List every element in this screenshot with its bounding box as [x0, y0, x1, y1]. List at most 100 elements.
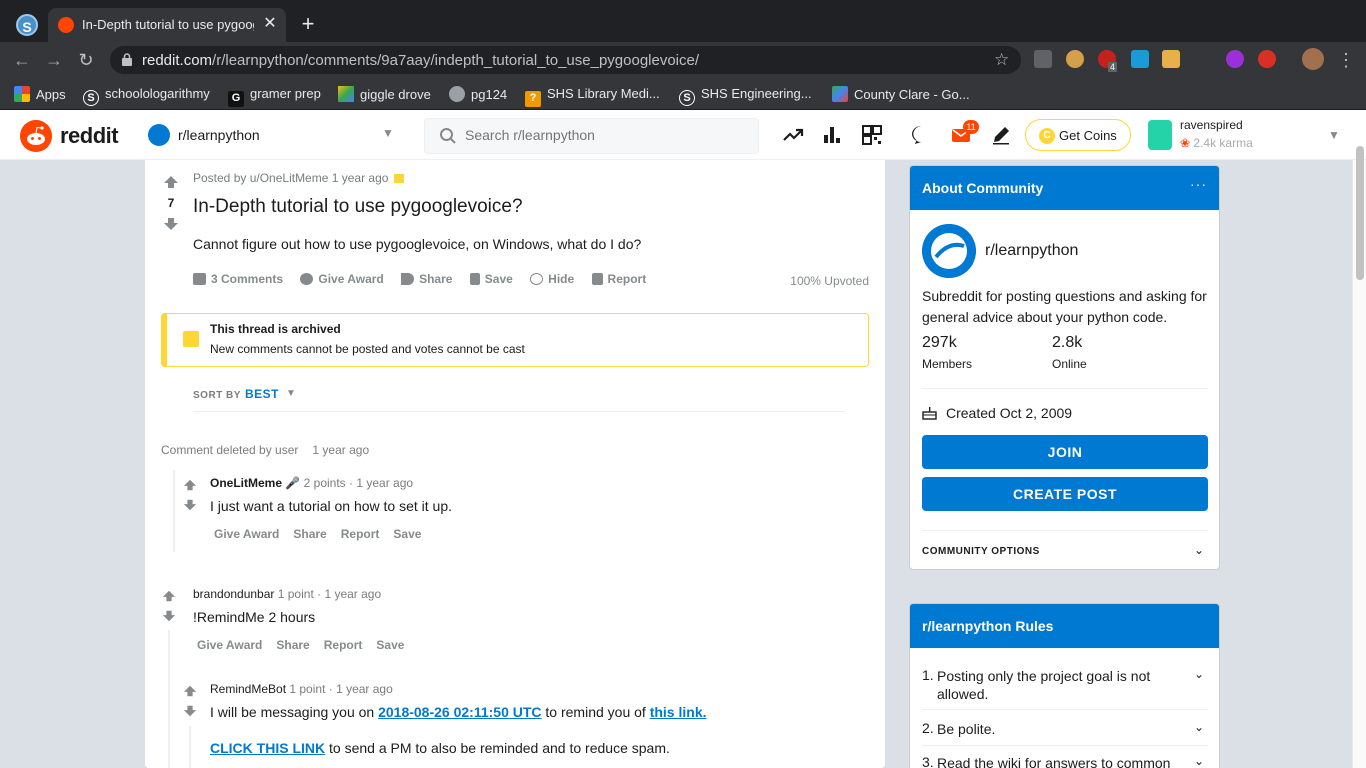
thread-line[interactable]	[173, 470, 175, 552]
share-button[interactable]: Share	[293, 527, 326, 541]
search-box[interactable]	[424, 118, 759, 154]
date-link[interactable]: 2018-08-26 02:11:50 UTC	[378, 704, 541, 720]
schoology-icon: S	[83, 90, 99, 106]
save-button[interactable]: Save	[393, 527, 421, 541]
leaderboard-icon[interactable]	[821, 124, 843, 146]
search-input[interactable]	[465, 127, 745, 143]
comment-author[interactable]: OneLitMeme	[210, 476, 282, 490]
user-avatar[interactable]	[1148, 120, 1172, 150]
archive-icon	[394, 174, 405, 183]
reload-icon[interactable]: ↻	[76, 50, 96, 70]
create-post-pencil-icon[interactable]	[990, 124, 1012, 146]
upvote-arrow-icon[interactable]	[163, 174, 179, 190]
red-extension-icon[interactable]	[1258, 50, 1276, 68]
bookmark-pg124[interactable]: pg124	[449, 86, 507, 102]
save-button[interactable]: Save	[469, 272, 513, 286]
bookmark-gramer-prep[interactable]: Ggramer prep	[228, 86, 321, 107]
community-options-toggle[interactable]: COMMUNITY OPTIONS ⌄	[922, 530, 1208, 569]
archived-text: New comments cannot be posted and votes …	[210, 342, 525, 356]
community-dropdown[interactable]: r/learnpython ▼	[148, 124, 398, 148]
sort-dropdown[interactable]: BEST	[245, 387, 279, 401]
community-label: r/learnpython	[178, 127, 260, 143]
more-options-icon[interactable]: ···	[1190, 176, 1207, 192]
post-vote-column: 7	[159, 174, 183, 232]
comment-author[interactable]: RemindMeBot	[210, 682, 286, 696]
reddit-header: reddit r/learnpython ▼ 11 C Get Coins ra…	[0, 110, 1366, 160]
bookmark-county-clare[interactable]: County Clare - Go...	[832, 86, 970, 102]
crx-extension-icon[interactable]	[1034, 50, 1052, 68]
thread-line[interactable]	[168, 630, 170, 768]
give-award-button[interactable]: Give Award	[214, 527, 279, 541]
trending-icon[interactable]	[782, 124, 804, 146]
bookmark-star-icon[interactable]: ☆	[994, 50, 1009, 70]
downvote-arrow-icon[interactable]	[183, 498, 197, 512]
downvote-arrow-icon[interactable]	[183, 704, 197, 718]
scrollbar-thumb[interactable]	[1356, 146, 1364, 280]
bookmark-shs-library[interactable]: ? SHS Library Medi...	[525, 86, 660, 107]
profile-avatar-icon[interactable]	[1302, 48, 1324, 70]
lock-icon	[122, 53, 132, 66]
give-award-button[interactable]: Give Award	[300, 272, 384, 286]
downvote-arrow-icon[interactable]	[162, 609, 176, 623]
reddit-wordmark[interactable]: reddit	[60, 123, 119, 149]
post-body: Cannot figure out how to use pygooglevoi…	[193, 236, 642, 252]
bookmark-giggle-drove[interactable]: giggle drove	[338, 86, 431, 102]
chevron-down-icon: ⌄	[1193, 754, 1204, 768]
rpan-icon[interactable]	[861, 124, 883, 146]
members-label: Members	[922, 357, 973, 371]
comment-text: I will be messaging you on 2018-08-26 02…	[210, 704, 707, 720]
bookmark-schoology[interactable]: Sschoolologarithmy	[83, 86, 210, 106]
upvote-arrow-icon[interactable]	[183, 684, 197, 698]
hide-button[interactable]: Hide	[530, 272, 574, 286]
chat-icon[interactable]	[910, 124, 932, 146]
rule-item[interactable]: 1. Posting only the project goal is not …	[922, 667, 1208, 710]
reddit-logo-icon[interactable]	[20, 120, 52, 152]
join-button[interactable]: JOIN	[922, 435, 1208, 469]
report-button[interactable]: Report	[324, 638, 363, 652]
thread-line[interactable]	[189, 726, 191, 768]
forward-arrow-icon[interactable]: →	[44, 50, 64, 70]
back-arrow-icon[interactable]: ←	[12, 50, 32, 70]
new-tab-button[interactable]: +	[298, 13, 318, 35]
bookmark-shs-engineering[interactable]: S SHS Engineering...	[679, 86, 812, 106]
post-title[interactable]: In-Depth tutorial to use pygooglevoice?	[193, 196, 523, 218]
save-button[interactable]: Save	[376, 638, 404, 652]
get-coins-label: Get Coins	[1059, 128, 1117, 143]
create-post-button[interactable]: CREATE POST	[922, 477, 1208, 511]
schoology-extension-icon[interactable]: S	[16, 14, 38, 36]
box-extension-icon[interactable]	[1162, 50, 1180, 68]
username[interactable]: ravenspired	[1180, 118, 1243, 132]
color-extension-icon[interactable]	[1226, 50, 1244, 68]
chevron-down-icon: ▼	[382, 126, 394, 140]
tab-close-icon[interactable]: ✕	[260, 14, 280, 34]
tool-extension-icon[interactable]	[1131, 50, 1149, 68]
browser-menu-icon[interactable]: ⋮	[1336, 50, 1356, 70]
downvote-arrow-icon[interactable]	[163, 216, 179, 232]
page-scrollbar[interactable]	[1352, 146, 1366, 768]
deleted-comment: Comment deleted by user 1 year ago	[161, 443, 370, 457]
comment-author[interactable]: brandondunbar	[193, 587, 274, 601]
browser-tab-active[interactable]: In-Depth tutorial to use pygoogl ✕	[48, 8, 286, 42]
report-button[interactable]: Report	[341, 527, 380, 541]
bookmark-apps[interactable]: Apps	[14, 86, 66, 102]
share-button[interactable]: Share	[276, 638, 309, 652]
upvote-arrow-icon[interactable]	[183, 478, 197, 492]
comments-button[interactable]: 3 Comments	[193, 272, 283, 286]
owl-extension-icon[interactable]	[1066, 50, 1084, 68]
rules-card: r/learnpython Rules 1. Posting only the …	[909, 603, 1220, 768]
report-button[interactable]: Report	[591, 272, 646, 286]
give-award-button[interactable]: Give Award	[197, 638, 262, 652]
this-link[interactable]: this link.	[650, 704, 707, 720]
archive-icon	[183, 331, 199, 347]
rule-item[interactable]: 2. Be polite. ⌄	[922, 720, 1208, 746]
upvote-arrow-icon[interactable]	[162, 589, 176, 603]
click-this-link[interactable]: CLICK THIS LINK	[210, 740, 325, 756]
get-coins-button[interactable]: C Get Coins	[1025, 119, 1131, 151]
user-menu-chevron-icon[interactable]: ▼	[1328, 128, 1340, 142]
share-button[interactable]: Share	[401, 272, 452, 286]
chevron-down-icon[interactable]: ▼	[286, 388, 296, 399]
mail-count-badge: 11	[963, 120, 979, 134]
address-bar[interactable]: reddit.com/r/learnpython/comments/9a7aay…	[110, 46, 1021, 74]
rule-item[interactable]: 3. Read the wiki for answers to common ⌄	[922, 754, 1208, 768]
comment-text: I just want a tutorial on how to set it …	[210, 498, 453, 514]
